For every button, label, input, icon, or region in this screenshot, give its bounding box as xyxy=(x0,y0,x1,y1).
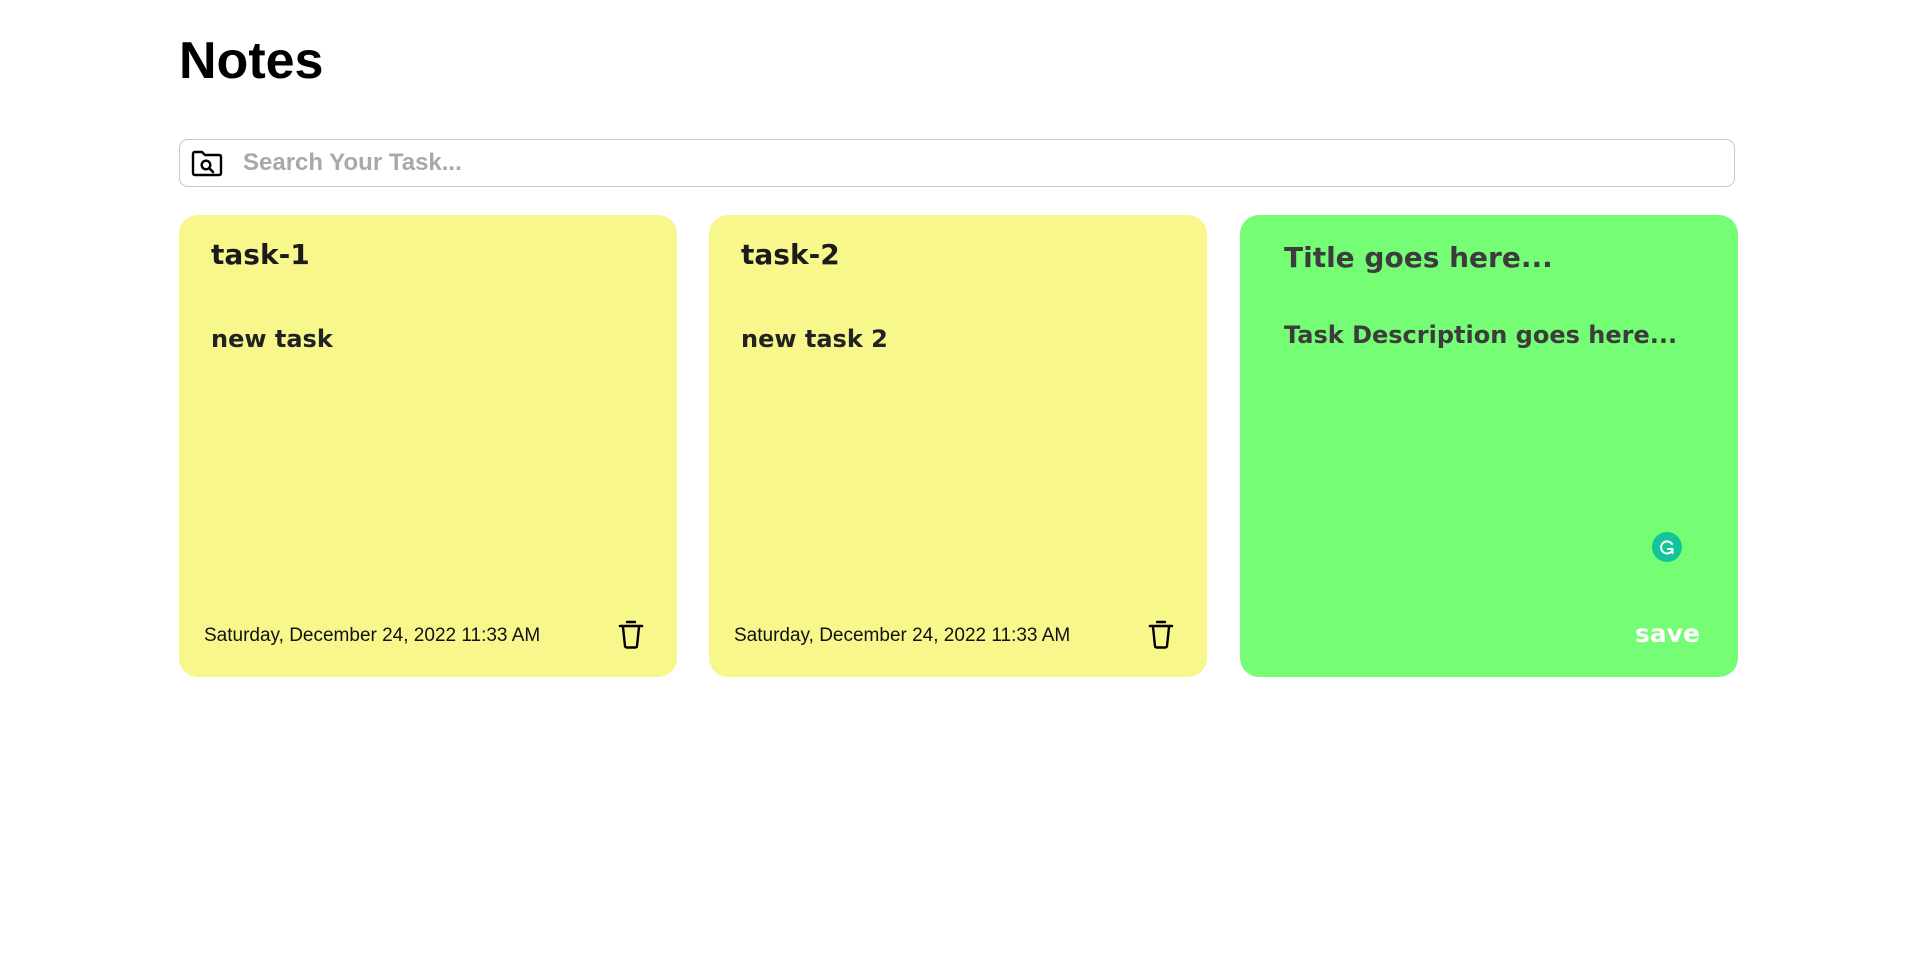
search-input[interactable] xyxy=(243,143,1734,183)
note-card[interactable]: task-2 new task 2 Saturday, December 24,… xyxy=(709,215,1207,677)
note-date: Saturday, December 24, 2022 11:33 AM xyxy=(734,625,1071,646)
trash-icon xyxy=(1148,620,1174,649)
new-note-card: save xyxy=(1240,215,1738,677)
note-card[interactable]: task-1 new task Saturday, December 24, 2… xyxy=(179,215,677,677)
note-description: new task 2 xyxy=(741,325,888,353)
note-description: new task xyxy=(211,325,333,353)
note-title: task-1 xyxy=(211,238,310,271)
folder-search-icon[interactable] xyxy=(190,146,224,180)
save-button[interactable]: save xyxy=(1635,619,1700,648)
new-note-title-input[interactable] xyxy=(1284,235,1704,279)
delete-note-button[interactable] xyxy=(1145,616,1177,652)
trash-icon xyxy=(618,620,644,649)
page-title: Notes xyxy=(179,32,324,90)
search-bar[interactable] xyxy=(179,139,1735,187)
grammarly-icon[interactable] xyxy=(1652,532,1682,562)
notes-grid: task-1 new task Saturday, December 24, 2… xyxy=(179,215,1738,677)
note-date: Saturday, December 24, 2022 11:33 AM xyxy=(204,625,541,646)
new-note-description-input[interactable] xyxy=(1284,321,1704,541)
delete-note-button[interactable] xyxy=(615,616,647,652)
note-title: task-2 xyxy=(741,238,840,271)
